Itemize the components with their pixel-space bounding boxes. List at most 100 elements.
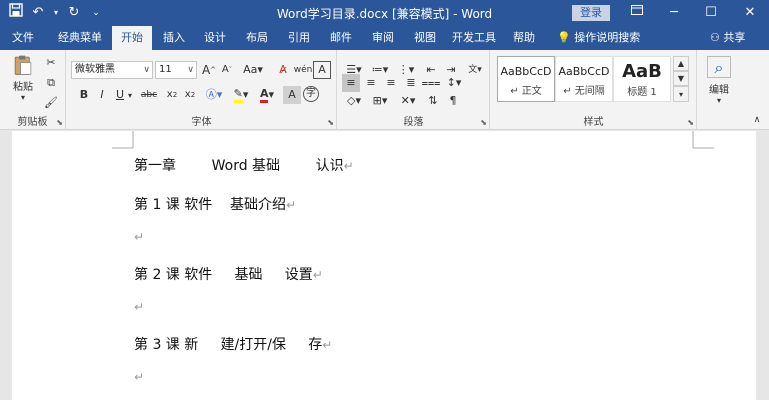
font-color-icon[interactable]: A ▾: [255, 86, 279, 104]
tab-insert[interactable]: 插入: [156, 26, 192, 50]
group-styles: AaBbCcD ↵ 正文 AaBbCcD ↵ 无间隔 AaB 标题 1 ▲ ▼ …: [491, 50, 697, 130]
editing-button[interactable]: ⌕ 编辑 ▾: [704, 55, 734, 105]
font-size-value: 11: [159, 64, 172, 75]
show-marks-icon[interactable]: ¶: [444, 92, 462, 110]
doc-line: 第 3 课 新 建/打开/保 存↵: [134, 334, 332, 354]
login-button[interactable]: 登录: [572, 5, 610, 21]
align-center-icon[interactable]: ≡: [362, 74, 380, 92]
editing-dropdown-icon: ▾: [716, 95, 721, 105]
tell-me-search[interactable]: 💡 操作说明搜索: [557, 26, 640, 50]
style-sample: AaBbCcD: [500, 65, 552, 78]
highlight-icon[interactable]: ✎ ▾: [229, 86, 253, 104]
group-font: 微软雅黑 ∨ 11 ∨ A ^ Aˇ Aa▾ A̷ wén A B I U ▾ a…: [67, 50, 337, 130]
ribbon-display-options-icon[interactable]: [627, 3, 647, 23]
style-no-spacing[interactable]: AaBbCcD ↵ 无间隔: [555, 56, 613, 102]
find-icon: ⌕: [707, 55, 731, 78]
doc-line-text: 第 3 课 新 建/打开/保 存: [134, 337, 323, 353]
chinese-layout-icon[interactable]: 文▾: [464, 61, 486, 79]
tab-developer[interactable]: 开发工具: [448, 26, 500, 50]
underline-dropdown-icon[interactable]: ▾: [128, 86, 132, 104]
tab-classic-menu[interactable]: 经典菜单: [52, 26, 108, 50]
align-left-icon[interactable]: ≡: [342, 74, 360, 92]
maximize-icon[interactable]: ☐: [701, 3, 721, 23]
font-launcher-icon[interactable]: ⬊: [327, 118, 334, 127]
distributed-icon[interactable]: ⩶: [422, 74, 441, 92]
tab-review[interactable]: 审阅: [366, 26, 400, 50]
grow-font-icon[interactable]: A ^: [200, 61, 218, 79]
styles-more-icon[interactable]: ▾: [673, 86, 689, 102]
margin-corner-mark: [692, 131, 714, 149]
style-normal[interactable]: AaBbCcD ↵ 正文: [497, 56, 555, 102]
underline-icon[interactable]: U: [111, 86, 129, 104]
character-border-icon[interactable]: A: [313, 61, 331, 79]
group-editing: ⌕ 编辑 ▾: [698, 50, 740, 130]
paragraph-mark: ↵: [134, 230, 145, 244]
chevron-down-icon: ∨: [143, 65, 150, 75]
doc-line-text: 第 1 课 软件 基础介绍: [134, 197, 287, 213]
document-page[interactable]: 第一章 Word 基础 认识↵ 第 1 课 软件 基础介绍↵ ↵ 第 2 课 软…: [12, 131, 756, 400]
tell-me-label: 操作说明搜索: [574, 31, 641, 44]
line-spacing-icon[interactable]: ↕▾: [442, 74, 466, 92]
collapse-ribbon-icon[interactable]: ∧: [750, 114, 764, 126]
title-bar: ↶ ▾ ↻ ⌄ Word学习目录.docx [兼容模式] - Word 登录 ─…: [0, 0, 769, 26]
tab-help[interactable]: 帮助: [506, 26, 542, 50]
clipboard-launcher-icon[interactable]: ⬊: [56, 118, 63, 127]
styles-scroll-down-icon[interactable]: ▼: [673, 71, 689, 86]
sort-icon[interactable]: ⇅: [424, 92, 442, 110]
chevron-down-icon: ∨: [187, 65, 194, 75]
enclose-characters-icon[interactable]: 字: [303, 86, 319, 102]
styles-group-label: 样式: [583, 117, 604, 128]
cut-icon[interactable]: ✂: [42, 54, 60, 72]
share-label: 共享: [723, 31, 746, 44]
format-painter-icon[interactable]: 🖌: [42, 94, 60, 112]
copy-icon[interactable]: ⧉: [42, 74, 60, 92]
minimize-icon[interactable]: ─: [664, 3, 684, 23]
doc-line: 第 1 课 软件 基础介绍↵: [134, 194, 296, 214]
tab-layout[interactable]: 布局: [240, 26, 274, 50]
paste-button[interactable]: 粘贴 ▾: [8, 54, 38, 102]
doc-line: 第 2 课 软件 基础 设置↵: [134, 264, 323, 284]
superscript-icon[interactable]: x2: [181, 86, 199, 104]
shrink-font-icon[interactable]: Aˇ: [218, 61, 236, 79]
close-icon[interactable]: ✕: [740, 3, 760, 23]
paragraph-mark: ↵: [286, 198, 297, 212]
subscript-icon[interactable]: x2: [163, 86, 181, 104]
change-case-icon[interactable]: Aa▾: [240, 61, 266, 79]
borders-icon[interactable]: ⊞▾: [368, 92, 392, 110]
ribbon-home: 粘贴 ▾ ✂ ⧉ 🖌 剪贴板 ⬊ 微软雅黑 ∨ 11 ∨ A ^ Aˇ Aa▾ A…: [0, 50, 769, 130]
bold-icon[interactable]: B: [75, 86, 93, 104]
tab-home[interactable]: 开始: [112, 26, 152, 50]
margin-corner-mark: [112, 131, 134, 149]
share-button[interactable]: ⚇ 共享: [710, 26, 745, 50]
group-clipboard: 粘贴 ▾ ✂ ⧉ 🖌 剪贴板 ⬊: [0, 50, 66, 130]
asian-typography-icon[interactable]: ✕▾: [396, 92, 420, 110]
doc-line: ↵: [134, 369, 144, 385]
paragraph-mark: ↵: [312, 268, 323, 282]
doc-line-text: 第一章 Word 基础 认识: [134, 158, 344, 174]
tab-mailings[interactable]: 邮件: [324, 26, 358, 50]
tab-references[interactable]: 引用: [282, 26, 316, 50]
paragraph-launcher-icon[interactable]: ⬊: [480, 118, 487, 127]
paste-dropdown-icon: ▾: [20, 93, 25, 102]
style-name: ↵ 正文: [510, 86, 542, 97]
clear-formatting-icon[interactable]: A̷: [274, 61, 292, 79]
styles-scroll-up-icon[interactable]: ▲: [673, 56, 689, 71]
styles-launcher-icon[interactable]: ⬊: [687, 118, 694, 127]
tab-view[interactable]: 视图: [408, 26, 442, 50]
justify-icon[interactable]: ≣: [402, 74, 420, 92]
tab-design[interactable]: 设计: [198, 26, 232, 50]
shading-icon[interactable]: ◇▾: [342, 92, 366, 110]
phonetic-guide-icon[interactable]: wén: [294, 61, 313, 79]
strikethrough-icon[interactable]: abc: [137, 86, 161, 104]
character-shading-icon[interactable]: A: [283, 86, 301, 104]
italic-icon[interactable]: I: [93, 86, 111, 104]
group-paragraph: ☰▾ ≔▾ ⋮▾ ⇤ ⇥ 文▾ ≡ ≡ ≡ ≣ ⩶ ↕▾ ◇▾ ⊞▾ ✕▾ ⇅ …: [338, 50, 490, 130]
font-size-combo[interactable]: 11 ∨: [155, 61, 197, 79]
text-effects-icon[interactable]: Ⓐ▾: [201, 86, 227, 104]
align-right-icon[interactable]: ≡: [382, 74, 400, 92]
font-name-combo[interactable]: 微软雅黑 ∨: [71, 61, 153, 79]
doc-line: 第一章 Word 基础 认识↵: [134, 155, 354, 175]
style-heading-1[interactable]: AaB 标题 1: [613, 56, 671, 102]
tab-file[interactable]: 文件: [6, 26, 40, 50]
paste-label: 粘贴: [13, 82, 33, 93]
